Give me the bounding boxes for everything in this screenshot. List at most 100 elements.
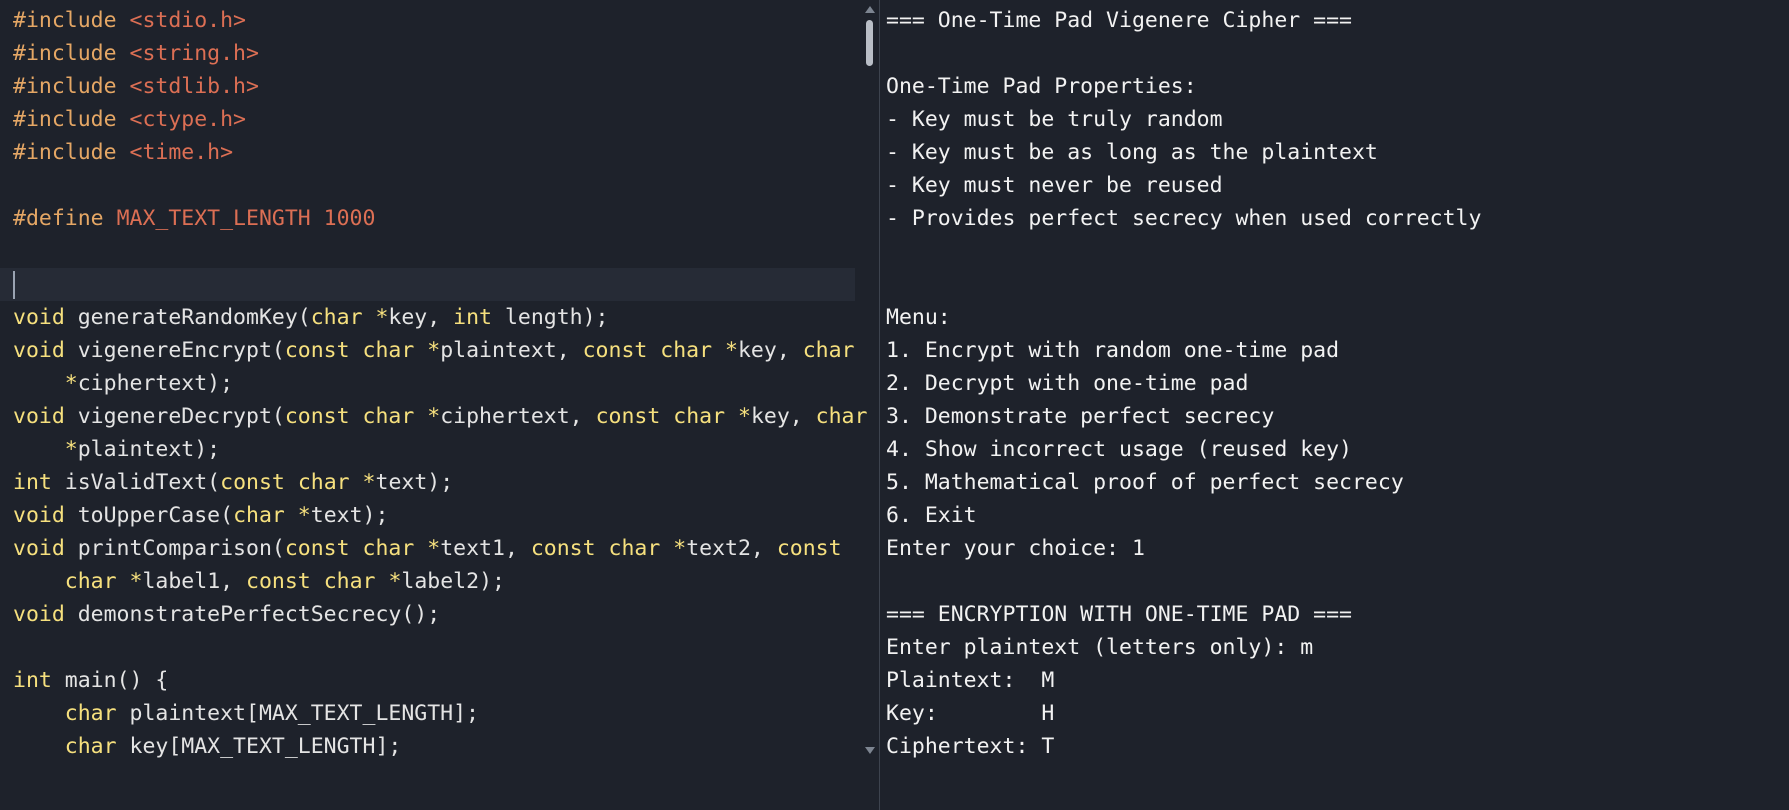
ide-window: #include <stdio.h> #include <string.h> #in… — [0, 0, 1789, 810]
code-token: const — [284, 338, 350, 363]
scrollbar-thumb[interactable] — [866, 20, 873, 66]
code-token: * — [297, 503, 311, 528]
code-line[interactable]: int isValidText(const char *text); — [13, 466, 863, 499]
code-line[interactable] — [13, 235, 863, 268]
code-token: const — [530, 536, 596, 561]
code-token: demonstratePerfectSecrecy(); — [64, 602, 441, 627]
code-line[interactable]: #include <stdio.h> — [13, 4, 863, 37]
code-token: vigenereDecrypt( — [64, 404, 285, 429]
code-token: char — [64, 569, 117, 594]
code-token: length); — [492, 305, 609, 330]
terminal-line: 3. Demonstrate perfect secrecy — [886, 404, 1275, 429]
code-token: * — [388, 569, 402, 594]
code-token: text); — [375, 470, 454, 495]
code-token: * — [427, 536, 441, 561]
code-editor[interactable]: #include <stdio.h> #include <string.h> #in… — [0, 0, 880, 810]
triangle-down-icon[interactable] — [865, 747, 875, 754]
editor-scrollbar[interactable] — [862, 0, 878, 810]
code-line[interactable]: char plaintext[MAX_TEXT_LENGTH]; — [13, 697, 863, 730]
terminal-line: Enter plaintext (letters only): m — [886, 635, 1314, 660]
code-token: #include — [13, 107, 130, 132]
terminal-line: Plaintext: M — [886, 668, 1055, 693]
terminal-line: 4. Show incorrect usage (reused key) — [886, 437, 1352, 462]
code-line[interactable] — [13, 169, 863, 202]
code-token: #include — [13, 74, 130, 99]
terminal-line: Key: H — [886, 701, 1055, 726]
code-line[interactable]: void demonstratePerfectSecrecy(); — [13, 598, 863, 631]
code-token: void — [13, 338, 65, 363]
code-line[interactable]: #include <ctype.h> — [13, 103, 863, 136]
terminal-line: 1. Encrypt with random one-time pad — [886, 338, 1340, 363]
code-token: text2, — [686, 536, 777, 561]
code-token: text1, — [440, 536, 531, 561]
code-token: int — [13, 668, 52, 693]
code-token: char — [362, 536, 415, 561]
code-line[interactable]: *ciphertext); — [13, 367, 863, 400]
code-token: #include — [13, 140, 130, 165]
terminal-lines: === One-Time Pad Vigenere Cipher === One-… — [886, 4, 1481, 763]
code-token: * — [64, 437, 78, 462]
code-token: main() { — [51, 668, 169, 693]
code-token: * — [427, 404, 441, 429]
code-line[interactable] — [0, 268, 855, 301]
code-line[interactable]: #include <string.h> — [13, 37, 863, 70]
code-token: <ctype.h> — [129, 107, 247, 132]
code-line[interactable]: void printComparison(const char *text1, … — [13, 532, 863, 565]
code-lines[interactable]: #include <stdio.h> #include <string.h> #in… — [0, 4, 867, 763]
code-token: void — [13, 305, 65, 330]
code-line[interactable]: char *label1, const char *label2); — [13, 565, 863, 598]
code-line[interactable]: #include <time.h> — [13, 136, 863, 169]
code-line[interactable]: void toUpperCase(char *text); — [13, 499, 863, 532]
code-line[interactable]: int main() { — [13, 664, 863, 697]
code-line[interactable]: void vigenereEncrypt(const char *plainte… — [13, 334, 863, 367]
terminal-line: === ENCRYPTION WITH ONE-TIME PAD === — [886, 602, 1352, 627]
code-token: void — [13, 404, 65, 429]
code-token: char — [323, 569, 376, 594]
code-line[interactable]: *plaintext); — [13, 433, 863, 466]
code-token: * — [64, 371, 78, 396]
code-token: * — [375, 305, 389, 330]
code-line[interactable]: void generateRandomKey(char *key, int le… — [13, 301, 863, 334]
terminal-line: === One-Time Pad Vigenere Cipher === — [886, 8, 1352, 33]
code-token: <stdlib.h> — [129, 74, 259, 99]
terminal-output[interactable]: === One-Time Pad Vigenere Cipher === One-… — [880, 0, 1789, 810]
triangle-up-icon[interactable] — [865, 6, 875, 13]
code-token: char — [64, 701, 117, 726]
code-token: void — [13, 602, 65, 627]
code-token: * — [427, 338, 441, 363]
terminal-line: Ciphertext: T — [886, 734, 1055, 759]
code-token: const — [246, 569, 311, 594]
code-line[interactable] — [13, 631, 863, 664]
code-line[interactable]: char key[MAX_TEXT_LENGTH]; — [13, 730, 863, 763]
code-token: char — [673, 404, 726, 429]
code-token: #define — [13, 206, 117, 231]
code-token: label2); — [401, 569, 505, 594]
text-cursor — [13, 271, 15, 299]
code-line[interactable]: #include <stdlib.h> — [13, 70, 863, 103]
code-line[interactable]: void vigenereDecrypt(const char *ciphert… — [13, 400, 867, 433]
code-token: <time.h> — [129, 140, 234, 165]
code-token: char — [233, 503, 285, 528]
code-token: char — [64, 734, 117, 759]
code-token: const — [284, 536, 350, 561]
terminal-line: 6. Exit — [886, 503, 977, 528]
terminal-line: 5. Mathematical proof of perfect secrecy — [886, 470, 1404, 495]
code-line[interactable]: #define MAX_TEXT_LENGTH 1000 — [13, 202, 863, 235]
